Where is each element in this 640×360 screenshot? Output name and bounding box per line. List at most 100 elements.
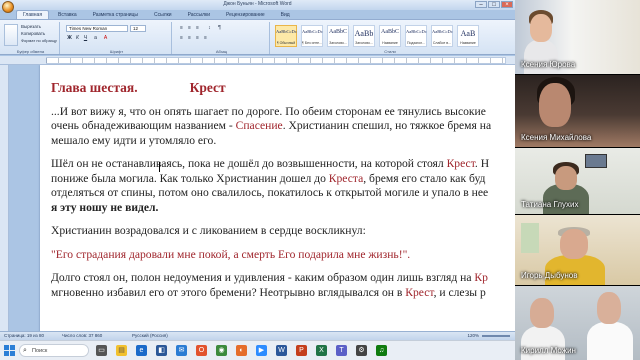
- style-option[interactable]: AaBbCcDc Подзагол...: [405, 25, 427, 47]
- document-line: я эту ношу не видел.: [51, 201, 515, 216]
- style-sample: AaBbCcDc: [302, 29, 323, 34]
- language-indicator[interactable]: Русский (Россия): [132, 332, 168, 340]
- text-run: отделяться от спины, потом оно свалилось…: [51, 186, 489, 199]
- vertical-ruler[interactable]: [0, 65, 9, 331]
- office-icon[interactable]: O: [196, 345, 207, 356]
- style-option[interactable]: AaBb Заголово...: [353, 25, 375, 47]
- document-text[interactable]: Глава шестая. Крест ...И вот вижу я, что …: [51, 80, 515, 301]
- participant-name: Татиана Глухих: [521, 200, 579, 209]
- underline-button[interactable]: Ч: [82, 35, 89, 42]
- video-tile[interactable]: Татиана Глухих: [515, 148, 640, 214]
- video-tile[interactable]: Ксения Юрова: [515, 0, 640, 74]
- mail-icon[interactable]: ✉: [176, 345, 187, 356]
- text-run: , и слезы р: [433, 285, 486, 299]
- word-icon[interactable]: W: [276, 345, 287, 356]
- video-tile[interactable]: Игорь Дыбунов: [515, 215, 640, 285]
- zoom-slider[interactable]: [482, 335, 510, 337]
- font-color-button[interactable]: A: [102, 35, 109, 42]
- style-option[interactable]: AaBbCcDc Слабое в...: [431, 25, 453, 47]
- italic-button[interactable]: К: [74, 35, 81, 42]
- chrome-icon[interactable]: ◉: [216, 345, 227, 356]
- align-left-icon[interactable]: ≡: [178, 35, 185, 42]
- text-run: пониже была могила. Как только Христиани…: [51, 171, 329, 185]
- participant-name: Ксения Юрова: [521, 60, 576, 69]
- taskbar-search[interactable]: ⌕ Поиск: [19, 344, 89, 357]
- document-line: Христианин возрадовался и с ликованием в…: [51, 224, 515, 239]
- style-option[interactable]: AaBbC Название: [379, 25, 401, 47]
- style-option[interactable]: AaBbCcDc ¶ Без инте...: [301, 25, 323, 47]
- word-window: Джон Буньян - Microsoft Word – □ × Главн…: [0, 0, 515, 347]
- paragraph-group: ≡ ≡ ≡ ↕ ¶ ≡ ≡ ≡ ≡ Абзац: [174, 22, 270, 54]
- document-line: очень обнадеживающим названием - Спасени…: [51, 119, 515, 134]
- strikethrough-button[interactable]: a: [92, 35, 99, 42]
- powerpoint-icon[interactable]: P: [296, 345, 307, 356]
- document-line: мгновенно избавил его от этого бремени? …: [51, 286, 515, 301]
- file-explorer-icon[interactable]: ▤: [116, 345, 127, 356]
- document-line: Шёл он не останавливаясь, пока не дошёл …: [51, 157, 515, 172]
- style-option[interactable]: AaBbCcDc ¶ Обычный: [275, 25, 297, 47]
- title-bar: Джон Буньян - Microsoft Word – □ ×: [0, 0, 515, 13]
- paragraph-group-label: Абзац: [215, 49, 228, 54]
- highlighted-text: Крест: [405, 285, 434, 299]
- styles-group: AaBbCcDc ¶ Обычный AaBbCcDc ¶ Без инте... Aa…: [272, 22, 508, 54]
- document-area: Глава шестая. Крест ...И вот вижу я, что …: [10, 65, 515, 331]
- highlighted-text: Крест: [446, 157, 475, 170]
- copy-button[interactable]: Копировать: [21, 31, 45, 36]
- close-button[interactable]: ×: [501, 1, 513, 8]
- document-line: пониже была могила. Как только Христиани…: [51, 172, 515, 187]
- video-tile[interactable]: Кирилл Можин: [515, 286, 640, 360]
- chapter-word: Крест: [189, 80, 226, 95]
- status-bar: Страница: 19 из 80 Число слов: 37 860 Ру…: [0, 331, 515, 340]
- ribbon: Вырезать Копировать Формат по образцу Бу…: [0, 19, 515, 55]
- firefox-icon[interactable]: ◐: [236, 345, 247, 356]
- paste-button[interactable]: [4, 24, 18, 46]
- document-line: Долго стоял он, полон недоумения и удивл…: [51, 271, 515, 286]
- show-marks-icon[interactable]: ¶: [216, 25, 223, 32]
- align-center-icon[interactable]: ≡: [186, 35, 193, 42]
- participant-name: Игорь Дыбунов: [521, 271, 578, 280]
- align-right-icon[interactable]: ≡: [194, 35, 201, 42]
- style-sample: AaBbC: [381, 29, 399, 35]
- style-sample: AaBb: [354, 29, 374, 38]
- document-line: "Его страдания даровали мне покой, а сме…: [51, 248, 515, 263]
- cut-button[interactable]: Вырезать: [21, 24, 41, 29]
- bold-button[interactable]: Ж: [66, 35, 73, 42]
- sort-icon[interactable]: ↕: [206, 25, 213, 32]
- settings-icon[interactable]: ⚙: [356, 345, 367, 356]
- minimize-button[interactable]: –: [475, 1, 487, 8]
- media-icon[interactable]: ♫: [376, 345, 387, 356]
- style-option[interactable]: AaBbC Заголово...: [327, 25, 349, 47]
- text-run: . Н: [474, 157, 490, 170]
- style-option[interactable]: AaB Название: [457, 25, 479, 47]
- zoom-level[interactable]: 120%: [467, 332, 479, 340]
- word-count[interactable]: Число слов: 37 860: [62, 332, 102, 340]
- task-view-icon[interactable]: ▭: [96, 345, 107, 356]
- document-line: ...И вот вижу я, что он опять шагает по …: [51, 105, 515, 120]
- justify-icon[interactable]: ≡: [202, 35, 209, 42]
- document-page[interactable]: Глава шестая. Крест ...И вот вижу я, что …: [40, 65, 515, 331]
- excel-icon[interactable]: X: [316, 345, 327, 356]
- horizontal-ruler[interactable]: [0, 56, 515, 65]
- text-run: очень обнадеживающим названием -: [51, 119, 236, 132]
- font-name-select[interactable]: Times New Roman: [66, 25, 128, 32]
- video-tile[interactable]: Ксения Михайлова: [515, 75, 640, 147]
- style-name: ¶ Без инте...: [302, 41, 322, 45]
- maximize-button[interactable]: □: [488, 1, 500, 8]
- store-icon[interactable]: ◧: [156, 345, 167, 356]
- zoom-app-icon[interactable]: ▶: [256, 345, 267, 356]
- style-sample: AaBbCcDc: [432, 29, 453, 34]
- bullets-icon[interactable]: ≡: [178, 25, 185, 32]
- style-name: Заголово...: [329, 41, 347, 45]
- edge-icon[interactable]: e: [136, 345, 147, 356]
- format-painter-button[interactable]: Формат по образцу: [21, 38, 57, 43]
- font-size-select[interactable]: 12: [130, 25, 146, 32]
- start-button[interactable]: [4, 345, 15, 356]
- multilevel-list-icon[interactable]: ≡: [194, 25, 201, 32]
- page-count[interactable]: Страница: 19 из 80: [4, 332, 44, 340]
- clipboard-group: Вырезать Копировать Формат по образцу Бу…: [2, 22, 60, 54]
- numbering-icon[interactable]: ≡: [186, 25, 193, 32]
- teams-icon[interactable]: T: [336, 345, 347, 356]
- search-placeholder: Поиск: [32, 348, 48, 354]
- office-button[interactable]: [2, 1, 14, 13]
- highlighted-text: Кр: [474, 271, 488, 284]
